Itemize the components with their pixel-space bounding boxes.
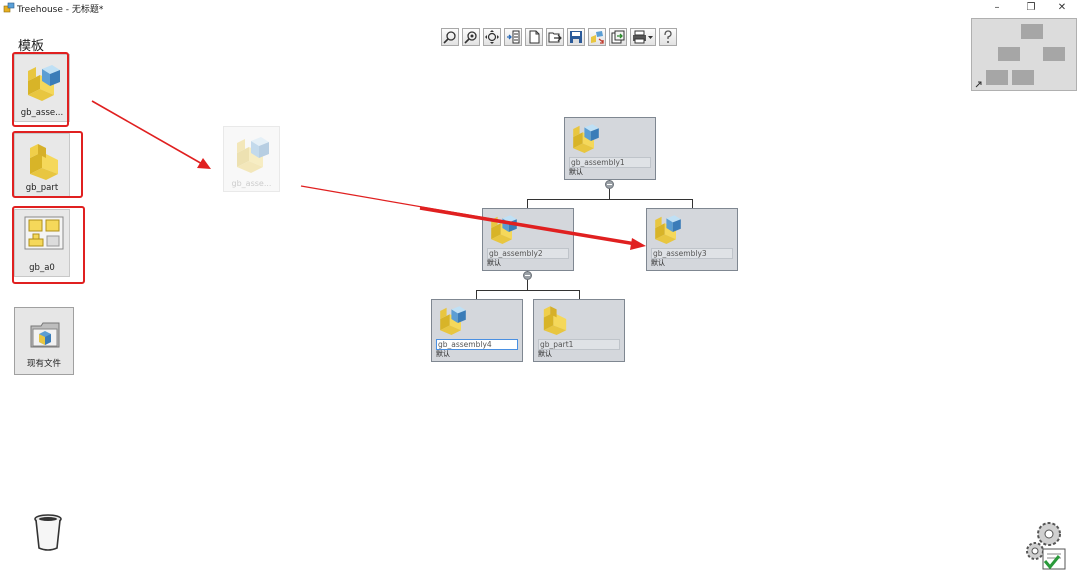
treehouse-app-icon (3, 2, 15, 13)
reorganize-button[interactable] (588, 28, 606, 46)
export-button[interactable] (609, 28, 627, 46)
save-button[interactable] (567, 28, 585, 46)
restore-button[interactable]: ❐ (1021, 2, 1041, 13)
tree-node-assembly1[interactable]: gb_assembly1 默认 (564, 117, 656, 180)
tree-node-assembly3[interactable]: gb_assembly3 默认 (646, 208, 738, 271)
window-title: Treehouse - 无标题* (17, 5, 104, 15)
assembly-icon (573, 124, 599, 153)
existing-files-label: 现有文件 (26, 359, 61, 369)
drag-preview-label: gb_asse... (231, 179, 272, 188)
layout-icon (507, 30, 520, 44)
help-button[interactable] (659, 28, 677, 46)
assembly-icon (491, 215, 517, 244)
zoom-button[interactable] (441, 28, 459, 46)
save-icon (570, 31, 582, 43)
node-config-label: 默认 (487, 259, 501, 267)
new-document-button[interactable] (525, 28, 543, 46)
part-icon (543, 306, 567, 335)
export-icon (611, 30, 625, 44)
tree-node-assembly4[interactable]: gb_assembly4 默认 (431, 299, 523, 362)
close-button[interactable]: ✕ (1052, 2, 1072, 13)
options-gear-icon[interactable] (1023, 519, 1071, 571)
collapse-toggle[interactable] (523, 271, 532, 280)
assembly-icon (440, 306, 466, 335)
open-button[interactable] (546, 28, 564, 46)
pan-icon (485, 30, 499, 44)
collapse-toggle[interactable] (605, 180, 614, 189)
print-icon (633, 30, 653, 44)
assembly-icon (237, 137, 269, 173)
main-toolbar (441, 28, 677, 50)
trash-icon[interactable] (33, 514, 63, 552)
tree-node-assembly2[interactable]: gb_assembly2 默认 (482, 208, 574, 271)
pan-button[interactable] (483, 28, 501, 46)
node-config-label: 默认 (569, 168, 583, 176)
highlight-box (12, 206, 85, 284)
new-document-icon (529, 30, 540, 44)
reorganize-icon (591, 31, 604, 44)
tree-node-part1[interactable]: gb_part1 默认 (533, 299, 625, 362)
zoom-fit-icon (464, 31, 477, 44)
help-icon (664, 30, 672, 43)
drag-preview: gb_asse... (223, 126, 280, 192)
tree-connector (527, 199, 692, 200)
expand-arrow-icon[interactable] (975, 80, 983, 88)
node-config-label: 默认 (436, 350, 450, 358)
minimap[interactable] (971, 18, 1077, 91)
assembly-icon (655, 215, 681, 244)
zoom-fit-button[interactable] (462, 28, 480, 46)
title-bar: Treehouse - 无标题* – ❐ ✕ (0, 0, 1080, 16)
existing-files-button[interactable]: 现有文件 (14, 307, 74, 375)
tree-connector (476, 290, 579, 291)
node-config-label: 默认 (651, 259, 665, 267)
node-config-label: 默认 (538, 350, 552, 358)
zoom-icon (443, 31, 456, 44)
folder-icon (30, 322, 60, 348)
open-icon (548, 32, 562, 43)
print-button[interactable] (630, 28, 656, 46)
minimize-button[interactable]: – (987, 2, 1007, 13)
workspace-canvas[interactable] (0, 17, 1080, 577)
highlight-box (12, 131, 83, 198)
highlight-box (12, 52, 69, 127)
layout-button[interactable] (504, 28, 522, 46)
